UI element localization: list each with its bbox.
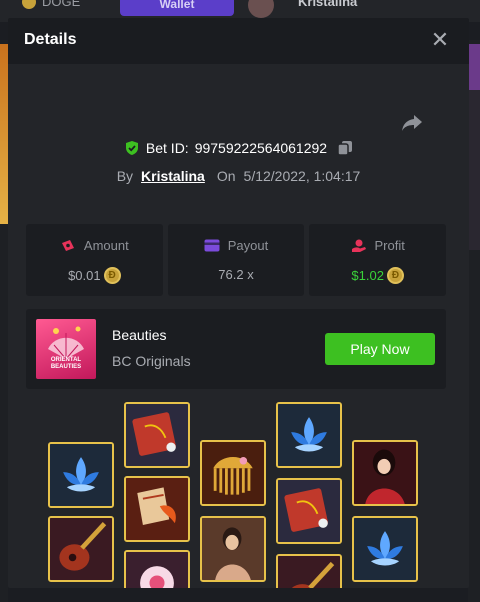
symbol-pipa-icon	[48, 516, 114, 582]
symbol-gold-comb-icon	[200, 440, 266, 506]
by-label: By	[116, 168, 134, 184]
symbol-guitar-lute-icon	[276, 554, 342, 588]
game-card: ORIENTAL BEAUTIES Beauties BC Originals …	[26, 309, 446, 389]
symbol-lady-red-icon	[352, 440, 418, 506]
bet-stats: Amount $0.01 Ð Payout 76.2 x Profit $1.0…	[26, 224, 447, 296]
payout-value-row: 76.2 x	[168, 267, 305, 282]
bet-id-label: Bet ID:	[145, 140, 189, 156]
wallet-label: Wallet	[159, 0, 195, 11]
close-icon: ✕	[430, 27, 450, 52]
play-now-button[interactable]: Play Now	[325, 333, 435, 365]
share-icon[interactable]	[400, 110, 424, 134]
background-banner-right	[468, 44, 480, 90]
symbol-red-fan-icon	[276, 478, 342, 544]
background-panel-right	[468, 90, 480, 250]
modal-title: Details	[24, 31, 77, 48]
verified-shield-icon	[125, 141, 138, 155]
amount-header: Amount	[26, 238, 163, 253]
modal-header: Details ✕	[8, 18, 469, 64]
symbol-blue-lotus-icon	[352, 516, 418, 582]
bet-id-row: Bet ID: 99759222564061292	[8, 140, 469, 156]
background-wallet-button: Wallet	[120, 0, 234, 16]
card-icon	[204, 239, 220, 252]
bet-meta-row: By Kristalina On 5/12/2022, 1:04:17	[8, 168, 469, 184]
amount-label: Amount	[83, 238, 129, 253]
symbol-white-lotus-icon	[124, 550, 190, 588]
game-provider: BC Originals	[112, 353, 191, 369]
on-label: On	[216, 168, 236, 184]
profit-hand-icon	[351, 239, 366, 252]
payout-value: 76.2 x	[218, 267, 254, 282]
game-thumbnail[interactable]: ORIENTAL BEAUTIES	[36, 319, 96, 379]
background-username: Kristalina	[298, 0, 358, 9]
details-modal: Details ✕ Bet ID: 99759222564061292 By K…	[8, 18, 469, 588]
doge-coin-icon: Ð	[103, 267, 121, 284]
thumbnail-text: ORIENTAL BEAUTIES	[50, 357, 82, 370]
symbol-red-fan-icon	[124, 402, 190, 468]
profit-stat: Profit $1.02 Ð	[309, 224, 447, 296]
profit-header: Profit	[309, 238, 446, 253]
amount-icon	[61, 239, 74, 251]
payout-header: Payout	[168, 238, 305, 253]
background-banner-left	[0, 44, 8, 224]
close-button[interactable]: ✕	[428, 28, 452, 52]
symbol-koi-fish-icon	[124, 476, 190, 542]
payout-stat: Payout 76.2 x	[167, 224, 305, 296]
background-currency: DOGE	[22, 0, 80, 9]
symbol-blue-lotus-icon	[48, 442, 114, 508]
symbol-blue-lotus-icon	[276, 402, 342, 468]
profit-value: $1.02	[351, 268, 384, 283]
profit-label: Profit	[374, 238, 405, 253]
payout-label: Payout	[227, 238, 269, 253]
amount-value-row: $0.01 Ð	[26, 267, 163, 284]
profit-value-row: $1.02 Ð	[309, 267, 446, 284]
amount-value: $0.01	[68, 268, 101, 283]
doge-coin-icon	[22, 0, 36, 9]
bet-datetime: 5/12/2022, 1:04:17	[243, 168, 361, 184]
symbol-lady-icon	[200, 516, 266, 582]
amount-stat: Amount $0.01 Ð	[26, 224, 163, 296]
doge-coin-icon: Ð	[386, 267, 404, 284]
username-link[interactable]: Kristalina	[141, 168, 205, 184]
bet-id-value: 99759222564061292	[194, 140, 328, 156]
game-name[interactable]: Beauties	[112, 327, 166, 343]
currency-label: DOGE	[42, 0, 81, 9]
slot-reels	[48, 402, 428, 588]
copy-icon[interactable]	[337, 140, 353, 156]
